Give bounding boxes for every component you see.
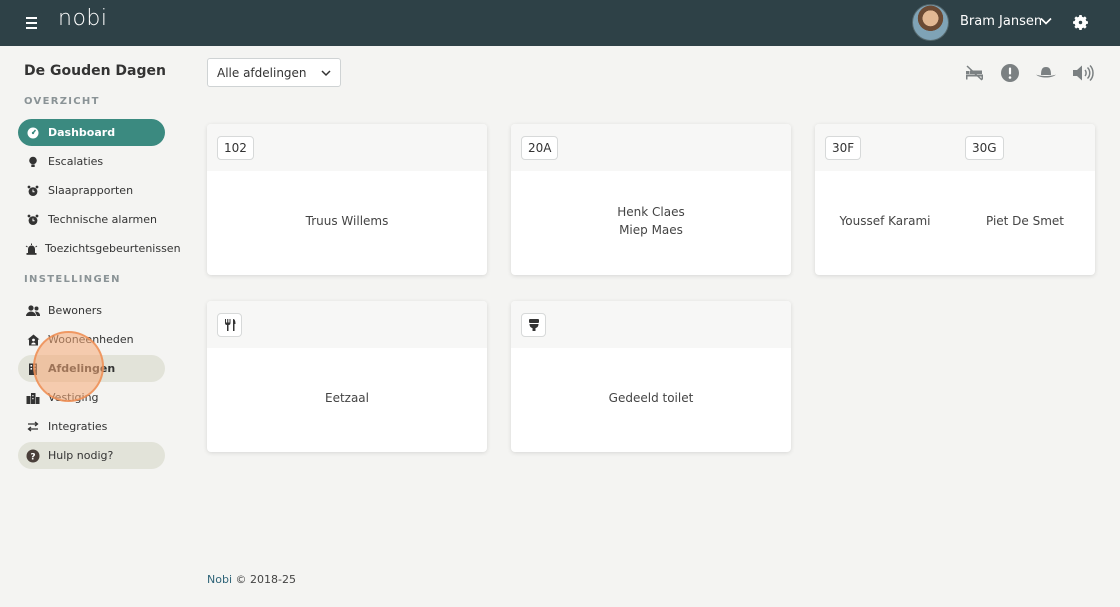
sidebar-item-label: Toezichtsgebeurtenissen xyxy=(45,242,181,255)
sidebar-item-label: Slaaprapporten xyxy=(48,184,134,197)
alarm-clock-icon xyxy=(26,213,40,227)
hat-filter-button[interactable] xyxy=(1033,60,1059,86)
room-tag[interactable]: 20A xyxy=(521,136,559,160)
dashboard-icon xyxy=(26,126,40,140)
city-icon xyxy=(26,391,40,405)
sidebar-item-escalaties[interactable]: Escalaties xyxy=(18,148,165,175)
toilet-icon xyxy=(528,319,539,331)
resident-name: Truus Willems xyxy=(305,214,389,228)
alarm-clock-icon xyxy=(26,184,40,198)
resident-name: Henk Claes xyxy=(617,205,685,219)
gear-icon[interactable] xyxy=(1071,13,1090,32)
room-card-102[interactable]: 102 Truus Willems xyxy=(207,124,487,275)
swap-arrows-icon xyxy=(26,420,40,434)
users-icon xyxy=(26,304,40,318)
sidebar-item-wooneenheden[interactable]: Wooneenheden xyxy=(18,326,165,353)
card-header xyxy=(511,301,791,348)
footer-brand-link[interactable]: Nobi xyxy=(207,573,232,586)
user-menu-name[interactable]: Bram Jansen xyxy=(960,14,1042,29)
resident-name: Piet De Smet xyxy=(985,214,1065,228)
room-name: Eetzaal xyxy=(324,391,369,405)
resident-name: Youssef Karami xyxy=(839,214,931,228)
room-tag[interactable] xyxy=(521,313,546,337)
sidebar-item-label: Afdelingen xyxy=(48,362,116,375)
sidebar-item-bewoners[interactable]: Bewoners xyxy=(18,297,165,324)
home-user-icon xyxy=(26,333,40,347)
top-bar: nobi Bram Jansen xyxy=(0,0,1120,46)
sound-button[interactable] xyxy=(1070,60,1096,86)
room-card-20a[interactable]: 20A Henk Claes Miep Maes xyxy=(511,124,791,275)
cutlery-icon xyxy=(224,319,235,331)
hat-icon xyxy=(1036,67,1056,78)
sidebar-item-dashboard[interactable]: Dashboard xyxy=(18,119,165,146)
sidebar-item-technische-alarmen[interactable]: Technische alarmen xyxy=(18,206,165,233)
footer: Nobi © 2018-25 xyxy=(207,573,296,586)
card-header xyxy=(207,301,487,348)
sidebar-item-label: Vestiging xyxy=(48,391,99,404)
sidebar-item-label: Integraties xyxy=(48,420,108,433)
chevron-down-icon xyxy=(321,70,331,77)
sidebar-item-vestiging[interactable]: Vestiging xyxy=(18,384,165,411)
bed-off-filter-button[interactable] xyxy=(961,60,987,86)
sidebar-item-toezichtsgebeurtenissen[interactable]: Toezichtsgebeurtenissen xyxy=(18,235,181,262)
room-card-30f-30g[interactable]: 30F 30G Youssef Karami Piet De Smet xyxy=(815,124,1095,275)
hamburger-menu-icon[interactable] xyxy=(22,13,42,33)
question-circle-icon: ? xyxy=(26,449,40,463)
room-name: Gedeeld toilet xyxy=(608,391,694,405)
bed-off-icon xyxy=(965,65,983,81)
room-tag[interactable]: 102 xyxy=(217,136,254,160)
room-tag[interactable] xyxy=(217,313,242,337)
site-title: De Gouden Dagen xyxy=(24,63,166,79)
chevron-down-icon[interactable] xyxy=(1039,14,1053,28)
avatar[interactable] xyxy=(912,4,949,41)
sidebar-item-label: Escalaties xyxy=(48,155,104,168)
siren-icon xyxy=(25,242,38,256)
sidebar-item-integraties[interactable]: Integraties xyxy=(18,413,165,440)
sidebar-item-afdelingen[interactable]: Afdelingen xyxy=(18,355,165,382)
resident-name: Miep Maes xyxy=(619,223,683,237)
building-icon xyxy=(26,362,40,376)
room-card-gedeeld-toilet[interactable]: Gedeeld toilet xyxy=(511,301,791,452)
section-label-settings: INSTELLINGEN xyxy=(24,274,121,285)
room-card-eetzaal[interactable]: Eetzaal xyxy=(207,301,487,452)
volume-icon xyxy=(1073,64,1094,82)
sidebar-item-label: Bewoners xyxy=(48,304,103,317)
app-logo[interactable]: nobi xyxy=(58,6,107,31)
department-select-value: Alle afdelingen xyxy=(217,65,307,80)
svg-text:?: ? xyxy=(30,452,35,462)
room-tag[interactable]: 30G xyxy=(965,136,1004,160)
sidebar-item-label: Dashboard xyxy=(48,126,116,139)
alert-circle-icon xyxy=(1001,64,1019,82)
room-tag[interactable]: 30F xyxy=(825,136,862,160)
footer-copyright: © 2018-25 xyxy=(235,573,296,586)
alerts-filter-button[interactable] xyxy=(997,60,1023,86)
help-button[interactable]: ? Hulp nodig? xyxy=(18,442,165,469)
section-label-overview: OVERZICHT xyxy=(24,96,100,107)
department-select[interactable]: Alle afdelingen xyxy=(207,58,341,87)
sidebar-item-label: Wooneenheden xyxy=(48,333,134,346)
bulb-icon xyxy=(26,155,40,169)
sidebar-item-label: Technische alarmen xyxy=(48,213,158,226)
sidebar-item-slaaprapporten[interactable]: Slaaprapporten xyxy=(18,177,165,204)
sidebar-item-label: Hulp nodig? xyxy=(48,449,114,462)
